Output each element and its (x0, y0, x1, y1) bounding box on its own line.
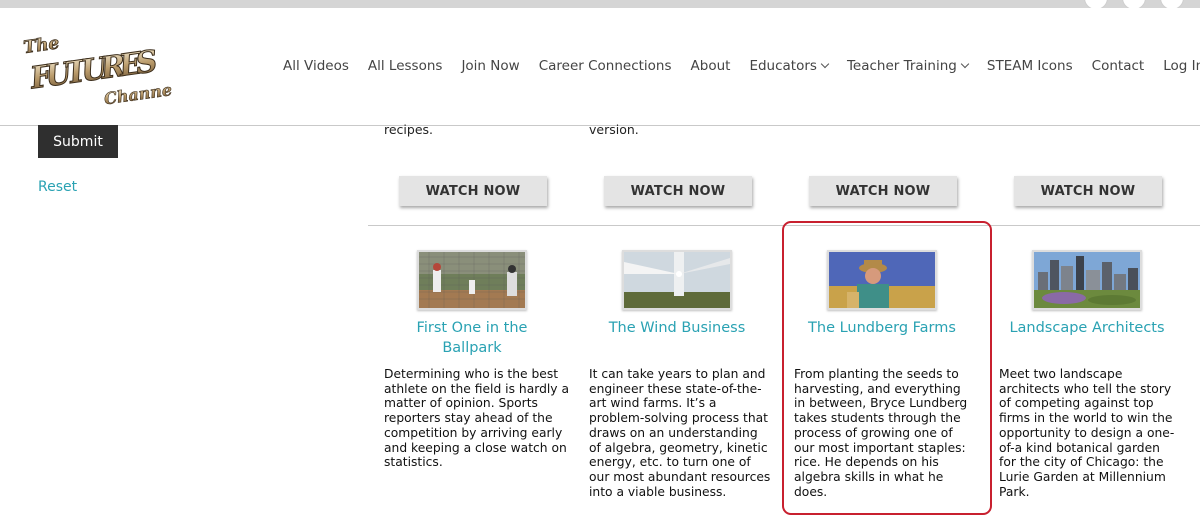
card-title-line: Landscape Architects (1009, 320, 1165, 336)
nav-label: Career Connections (538, 58, 672, 74)
nav-label: Log In (1163, 58, 1200, 74)
highlight-box (782, 221, 992, 515)
nav-career-connections[interactable]: Career Connections (539, 58, 672, 74)
site-header: The FUTURES Channel All Videos All Lesso… (0, 8, 1200, 126)
video-thumbnail-baseball[interactable] (417, 250, 527, 310)
watch-now-button[interactable]: WATCH NOW (1014, 176, 1162, 206)
card-title-line: Ballpark (442, 340, 502, 356)
nav-label: All Lessons (367, 58, 443, 74)
watch-now-button[interactable]: WATCH NOW (399, 176, 547, 206)
nav-label: Contact (1091, 58, 1145, 74)
chevron-down-icon (960, 59, 970, 69)
reset-link[interactable]: Reset (38, 179, 77, 195)
submit-button[interactable]: Submit (38, 125, 118, 158)
partial-description: recipes. (384, 122, 434, 137)
nav-label: Teacher Training (846, 58, 957, 74)
nav-educators[interactable]: Educators (749, 58, 830, 74)
browser-top-strip (0, 0, 1200, 8)
card-title[interactable]: The Wind Business (589, 318, 765, 338)
nav-label: Join Now (461, 58, 520, 74)
nav-teacher-training[interactable]: Teacher Training (846, 58, 970, 74)
video-thumbnail-wind-turbine[interactable] (622, 250, 732, 310)
chevron-down-icon (820, 59, 830, 69)
card-title[interactable]: Landscape Architects (999, 318, 1175, 338)
card-description: It can take years to plan and engineer t… (589, 367, 771, 499)
nav-label: Educators (749, 58, 817, 74)
nav-steam-icons[interactable]: STEAM Icons (987, 58, 1073, 74)
svg-text:The: The (22, 33, 60, 58)
card-title-line: The Wind Business (608, 320, 746, 336)
nav-label: All Videos (283, 58, 349, 74)
nav-about[interactable]: About (691, 58, 731, 74)
watch-now-button[interactable]: WATCH NOW (809, 176, 957, 206)
nav-all-lessons[interactable]: All Lessons (368, 58, 443, 74)
nav-all-videos[interactable]: All Videos (283, 58, 349, 74)
partial-description: version. (589, 122, 639, 137)
nav-log-in[interactable]: Log In (1163, 58, 1200, 74)
video-thumbnail-city-skyline[interactable] (1032, 250, 1142, 310)
card-title-line: First One in the (416, 320, 528, 336)
main-nav: All Videos All Lessons Join Now Career C… (283, 58, 1200, 74)
watch-now-button[interactable]: WATCH NOW (604, 176, 752, 206)
card-description: Determining who is the best athlete on t… (384, 367, 570, 470)
nav-label: About (690, 58, 731, 74)
nav-join-now[interactable]: Join Now (461, 58, 519, 74)
card-description: Meet two landscape architects who tell t… (999, 367, 1175, 499)
nav-label: STEAM Icons (986, 58, 1073, 74)
nav-contact[interactable]: Contact (1092, 58, 1145, 74)
card-title[interactable]: First One in the Ballpark (384, 318, 560, 358)
futures-channel-logo[interactable]: The FUTURES Channel (22, 30, 172, 108)
